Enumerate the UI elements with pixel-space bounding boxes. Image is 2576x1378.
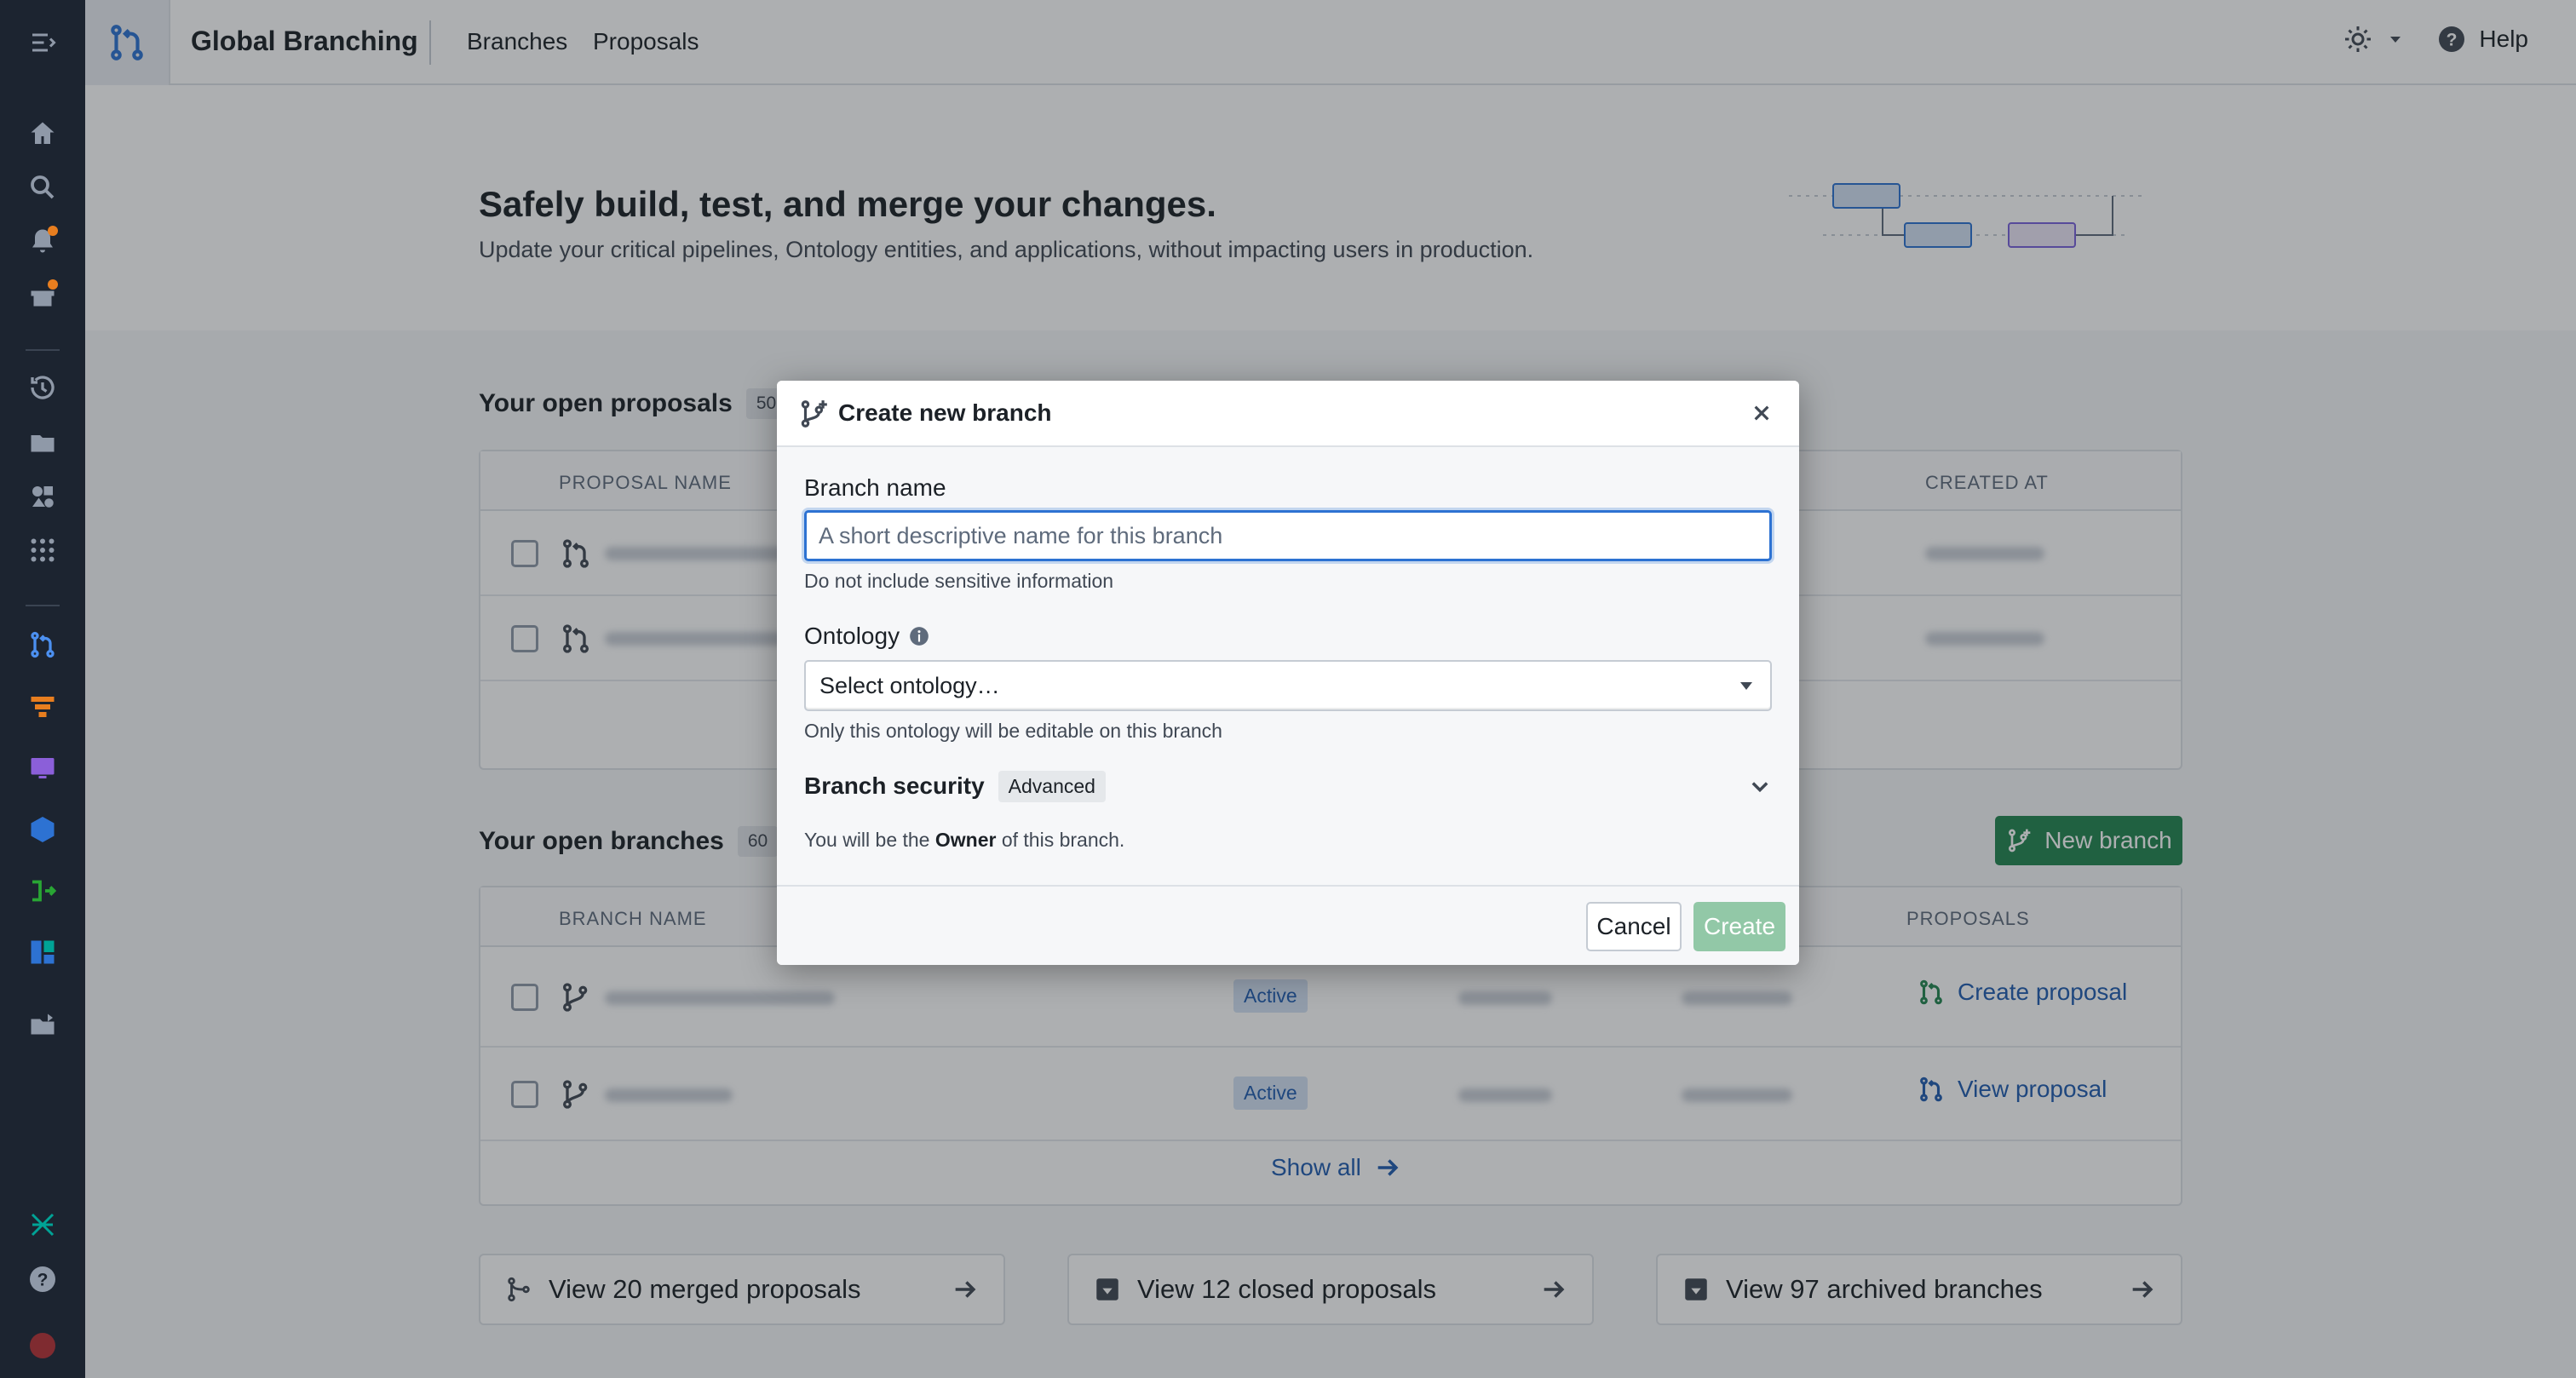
rail-divider (26, 605, 60, 606)
folder-icon[interactable] (22, 422, 63, 463)
advanced-tag: Advanced (998, 770, 1106, 802)
branch-name-input[interactable] (804, 510, 1772, 561)
branch-name-label: Branch name (804, 474, 946, 501)
branch-name-helper: Do not include sensitive information (804, 570, 1114, 592)
dialog-footer: Cancel Create (777, 885, 1799, 965)
menu-expand-icon[interactable] (22, 22, 63, 63)
help-circle-icon[interactable]: ? (22, 1259, 63, 1300)
left-rail: ? (0, 0, 85, 1378)
dialog-title: Create new branch (838, 399, 1052, 426)
gift-icon[interactable] (22, 274, 63, 315)
global-branching-icon[interactable] (22, 624, 63, 665)
info-icon[interactable] (908, 625, 930, 647)
apps-logo-icon[interactable] (22, 1204, 63, 1245)
branch-security-title: Branch security (804, 772, 985, 799)
create-button[interactable]: Create (1693, 902, 1785, 951)
notification-dot (48, 226, 58, 236)
owner-role: Owner (934, 829, 997, 851)
owner-suffix: of this branch. (1001, 829, 1125, 851)
workshop-icon[interactable] (22, 748, 63, 789)
ontology-select[interactable]: Select ontology… (804, 660, 1772, 711)
owner-prefix: You will be the (804, 829, 930, 851)
home-icon[interactable] (22, 113, 63, 154)
shapes-icon[interactable] (22, 476, 63, 517)
quiver-icon[interactable] (22, 932, 63, 973)
pipeline-icon[interactable] (22, 686, 63, 727)
close-button[interactable] (1746, 398, 1777, 428)
ontology-cube-icon[interactable] (22, 809, 63, 850)
create-branch-dialog: Create new branch Branch name Do not inc… (777, 381, 1799, 965)
search-icon[interactable] (22, 167, 63, 208)
ontology-label-row: Ontology (804, 623, 930, 650)
caret-down-icon (1740, 682, 1752, 690)
branch-security-toggle[interactable]: Branch security Advanced (804, 769, 1772, 803)
owner-notice: You will be the Owner of this branch. (804, 829, 1124, 852)
gift-dot (48, 279, 58, 290)
svg-text:?: ? (37, 1271, 49, 1290)
ontology-helper: Only this ontology will be editable on t… (804, 720, 1222, 742)
notifications-icon[interactable] (22, 221, 63, 261)
history-icon[interactable] (22, 367, 63, 408)
project-folder-icon[interactable] (22, 1005, 63, 1046)
ontology-label: Ontology (804, 623, 900, 649)
close-icon (1754, 405, 1769, 421)
rail-divider (26, 349, 60, 351)
code-repo-icon[interactable] (22, 870, 63, 911)
apps-grid-icon[interactable] (22, 530, 63, 571)
ontology-select-value: Select ontology… (819, 672, 1000, 698)
branch-plus-icon (801, 400, 827, 428)
dialog-header: Create new branch (777, 381, 1799, 447)
cancel-button[interactable]: Cancel (1586, 902, 1682, 951)
chevron-down-icon (1751, 782, 1768, 793)
user-avatar[interactable] (22, 1325, 63, 1366)
